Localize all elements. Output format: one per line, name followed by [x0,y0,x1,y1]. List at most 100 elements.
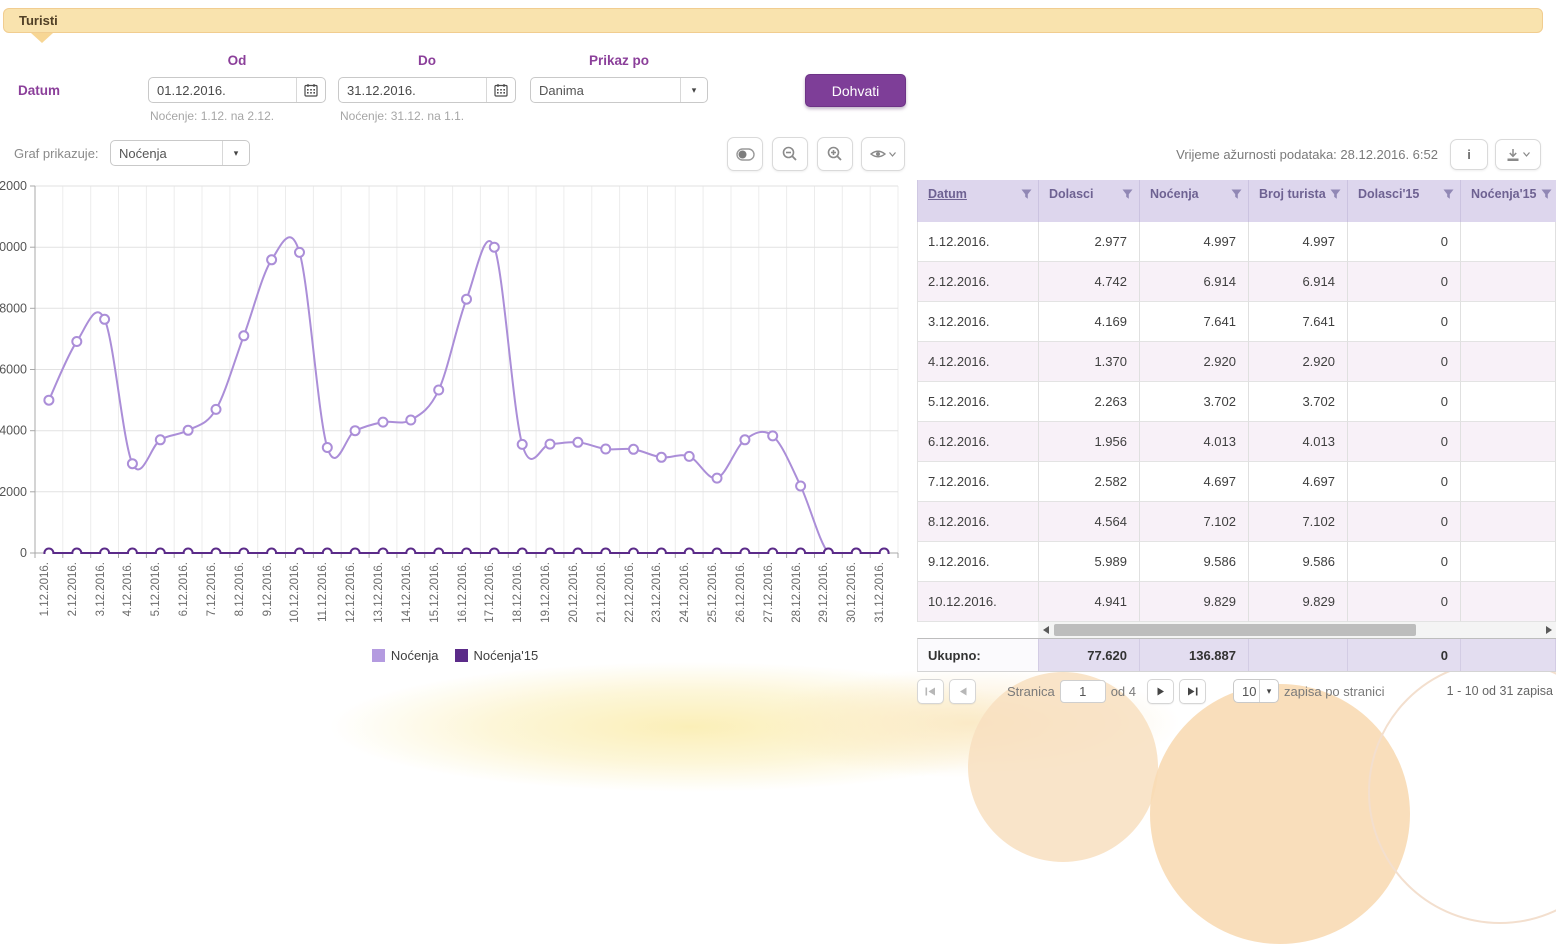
filter-icon [1443,189,1454,200]
cell-value: 0 [1348,302,1461,342]
column-header-4[interactable]: Broj turista [1249,180,1348,222]
info-button[interactable]: i [1450,139,1488,170]
legend-swatch-icon [455,649,468,662]
cell-value: 9.586 [1249,542,1348,582]
data-updated-text: Vrijeme ažurnosti podataka: 28.12.2016. … [1150,147,1438,162]
x-axis-label: 28.12.2016. [790,562,804,632]
export-menu-button[interactable] [1495,139,1541,170]
legend-label: Noćenja'15 [474,648,539,663]
cell-value: 9.829 [1249,582,1348,622]
cell-value [1461,422,1556,462]
column-filter-button[interactable] [1231,189,1242,203]
page-size-select[interactable]: 10 ▾ [1233,679,1279,703]
cell-value: 0 [1348,262,1461,302]
calendar-icon[interactable] [296,78,325,102]
zoom-in-icon [827,146,843,162]
footer-total-value: 136.887 [1140,639,1249,671]
cell-value: 0 [1348,382,1461,422]
prikaz-po-select[interactable]: Danima ▾ [530,77,708,103]
column-filter-button[interactable] [1443,189,1454,203]
column-header-1[interactable]: Datum [918,180,1039,222]
x-axis-label: 14.12.2016. [400,562,414,632]
zoom-in-button[interactable] [817,137,853,171]
date-from-note: Noćenje: 1.12. na 2.12. [150,109,274,123]
table-hscrollbar [917,622,1556,638]
next-page-button[interactable] [1147,679,1174,704]
table-row[interactable]: 7.12.2016.2.5824.6974.6970 [917,462,1556,502]
cell-value: 2.263 [1039,382,1140,422]
cell-datum: 9.12.2016. [918,542,1039,582]
column-filter-button[interactable] [1330,189,1341,203]
x-axis-label: 5.12.2016. [149,562,163,632]
date-to-input[interactable] [339,78,486,102]
table-row[interactable]: 10.12.2016.4.9419.8299.8290 [917,582,1556,622]
cell-value: 6.914 [1249,262,1348,302]
toggle-series-button[interactable] [727,137,763,171]
cell-value: 4.941 [1039,582,1140,622]
column-filter-button[interactable] [1021,189,1032,203]
x-axis-label: 17.12.2016. [483,562,497,632]
column-header-label: Noćenja [1150,187,1227,203]
cell-value: 9.829 [1140,582,1249,622]
stranica-label: Stranica [1007,684,1055,699]
legend-item[interactable]: Noćenja'15 [455,648,539,663]
column-header-2[interactable]: Dolasci [1039,180,1140,222]
table-row[interactable]: 6.12.2016.1.9564.0134.0130 [917,422,1556,462]
table-row[interactable]: 9.12.2016.5.9899.5869.5860 [917,542,1556,582]
column-filter-button[interactable] [1541,189,1552,203]
x-axis-label: 27.12.2016. [762,562,776,632]
table-row[interactable]: 3.12.2016.4.1697.6417.6410 [917,302,1556,342]
hscroll-right-arrow-icon[interactable] [1541,622,1556,638]
column-header-6[interactable]: Noćenja'15 [1461,180,1556,222]
do-label: Do [338,53,516,68]
series-nocenja [44,237,888,557]
table-row[interactable]: 1.12.2016.2.9774.9974.9970 [917,222,1556,262]
x-axis-label: 11.12.2016. [316,562,330,632]
last-page-button[interactable] [1179,679,1206,704]
table-row[interactable]: 4.12.2016.1.3702.9202.9200 [917,342,1556,382]
page-number-input[interactable] [1060,680,1106,703]
date-from-input[interactable] [149,78,296,102]
first-page-button[interactable] [917,679,944,704]
toggle-icon [736,148,755,161]
dohvati-button[interactable]: Dohvati [805,74,906,107]
cell-value: 4.997 [1140,222,1249,262]
filter-icon [1122,189,1133,200]
chevron-down-icon: ▾ [222,141,249,165]
zoom-out-button[interactable] [772,137,808,171]
datum-label: Datum [18,83,60,98]
column-header-3[interactable]: Noćenja [1140,180,1249,222]
hscroll-left-arrow-icon[interactable] [1038,622,1053,638]
filter-icon [1231,189,1242,200]
column-header-5[interactable]: Dolasci'15 [1348,180,1461,222]
table-row[interactable]: 2.12.2016.4.7426.9146.9140 [917,262,1556,302]
column-filter-button[interactable] [1122,189,1133,203]
table-row[interactable]: 5.12.2016.2.2633.7023.7020 [917,382,1556,422]
next-page-icon [1157,687,1165,696]
cell-value: 1.370 [1039,342,1140,382]
x-axis-label: 20.12.2016. [567,562,581,632]
cell-value [1461,342,1556,382]
graf-prikazuje-select[interactable]: Noćenja ▾ [110,140,250,166]
visibility-menu-button[interactable] [861,137,905,171]
svg-text:12000: 12000 [0,180,27,193]
prev-page-button[interactable] [949,679,976,704]
legend-item[interactable]: Noćenja [372,648,439,663]
legend-swatch-icon [372,649,385,662]
x-axis-label: 8.12.2016. [233,562,247,632]
last-page-icon [1187,687,1198,696]
table-row[interactable]: 8.12.2016.4.5647.1027.1020 [917,502,1556,542]
table-footer-row: Ukupno:77.620136.8870 [917,638,1556,672]
table-header-row: DatumDolasci Noćenja Broj turistaDolasci'1… [917,180,1556,222]
zoom-out-icon [782,146,798,162]
records-range-label: 1 - 10 od 31 zapisa [1447,684,1553,698]
calendar-icon[interactable] [486,78,515,102]
cell-datum: 6.12.2016. [918,422,1039,462]
x-axis-label: 23.12.2016. [650,562,664,632]
x-axis-label: 22.12.2016. [623,562,637,632]
tab-turisti[interactable]: Turisti [3,8,1543,33]
chevron-down-icon [889,152,896,157]
cell-datum: 7.12.2016. [918,462,1039,502]
hscroll-thumb[interactable] [1054,624,1416,636]
cell-value: 0 [1348,422,1461,462]
